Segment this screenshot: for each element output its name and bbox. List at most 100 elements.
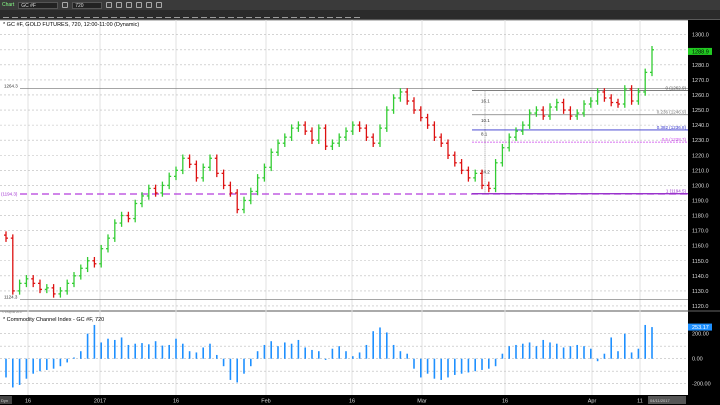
date-tick-label: Feb bbox=[261, 399, 270, 405]
ohlc-bar bbox=[78, 264, 83, 280]
ohlc-bar bbox=[466, 166, 471, 182]
price-tick-label: 1280.0 bbox=[692, 63, 709, 69]
price-tick-label: 1240.0 bbox=[692, 123, 709, 129]
ohlc-bar bbox=[146, 184, 151, 200]
ohlc-bar bbox=[153, 184, 158, 197]
ohlc-bar bbox=[534, 106, 539, 117]
ohlc-bar bbox=[310, 127, 314, 144]
ohlc-bar bbox=[561, 98, 566, 114]
ohlc-bar bbox=[486, 181, 491, 193]
ohlc-bar bbox=[17, 279, 22, 295]
cci-tick-label: -200.00 bbox=[692, 382, 711, 388]
ohlc-bar bbox=[44, 284, 49, 294]
ohlc-bar bbox=[391, 94, 396, 114]
ohlc-bar bbox=[507, 133, 512, 152]
dynamic-label: Dyn bbox=[1, 398, 8, 403]
ohlc-bar bbox=[459, 159, 464, 175]
ohlc-bar bbox=[473, 169, 478, 182]
ohlc-bar bbox=[10, 234, 15, 295]
ohlc-bar bbox=[58, 287, 63, 298]
fib-level-label: 0 (1262.9) bbox=[665, 86, 686, 91]
level-label: 1264.3 bbox=[4, 83, 18, 88]
ohlc-bar bbox=[520, 121, 525, 135]
date-tick-label: 16 bbox=[502, 399, 508, 405]
cci-title: * Commodity Channel Index - GC #F, 720 bbox=[3, 317, 105, 323]
price-tick-label: 1270.0 bbox=[692, 78, 709, 84]
ohlc-bar bbox=[248, 187, 253, 205]
price-tick-label: 1160.0 bbox=[692, 244, 708, 250]
price-tick-label: 1140.0 bbox=[692, 274, 708, 280]
fib-level-label: 0.5 (1228.7) bbox=[662, 137, 687, 142]
date-tick-label: Mar bbox=[417, 399, 427, 405]
ohlc-bar bbox=[452, 151, 457, 167]
price-tick-label: 1170.0 bbox=[692, 229, 708, 235]
ohlc-bar bbox=[527, 109, 532, 129]
ohlc-bar bbox=[364, 124, 369, 141]
ohlc-bar bbox=[85, 256, 90, 273]
price-chart[interactable]: 1264.3 1124.3 (1194.3) 0 (1262.9) 0.236 (124… bbox=[0, 0, 720, 405]
ohlc-bar bbox=[548, 103, 552, 120]
cci-last-label: 253.17 bbox=[692, 325, 709, 331]
ohlc-bar bbox=[282, 133, 287, 147]
level-label: (1194.3) bbox=[1, 191, 18, 196]
ohlc-bar bbox=[323, 124, 328, 150]
ohlc-bar bbox=[174, 166, 178, 181]
ohlc-bar bbox=[180, 154, 185, 175]
ohlc-bar bbox=[541, 106, 546, 120]
ohlc-bar bbox=[276, 139, 280, 157]
ohlc-bar bbox=[643, 68, 648, 96]
ohlc-bar bbox=[242, 196, 246, 214]
date-stamp: 04/11/2017 bbox=[650, 398, 670, 403]
ohlc-bar bbox=[439, 133, 444, 147]
ohlc-bar bbox=[493, 159, 498, 193]
level-label: 1124.3 bbox=[4, 294, 18, 299]
price-tick-label: 1190.0 bbox=[692, 198, 708, 204]
price-tick-label: 1130.0 bbox=[692, 289, 708, 295]
ohlc-bar bbox=[119, 211, 124, 227]
ohlc-bar bbox=[4, 231, 8, 242]
ohlc-bar bbox=[106, 234, 110, 253]
ohlc-bar bbox=[255, 174, 260, 196]
last-price-label: 1288.9 bbox=[692, 49, 709, 55]
ohlc-bar bbox=[72, 272, 76, 288]
price-tick-label: 1260.0 bbox=[692, 93, 709, 99]
ohlc-bar bbox=[446, 139, 450, 160]
ohlc-bar bbox=[650, 46, 654, 77]
date-tick-label: Apr bbox=[588, 399, 597, 405]
cci-tick-label: 200.00 bbox=[692, 332, 709, 338]
ohlc-bar bbox=[350, 121, 355, 135]
date-tick-label: 16 bbox=[25, 399, 31, 405]
date-tick-label: 16 bbox=[349, 399, 355, 405]
ohlc-bar bbox=[201, 163, 206, 182]
ohlc-bar bbox=[412, 97, 416, 114]
ohlc-bar bbox=[357, 121, 362, 132]
price-tick-label: 1300.0 bbox=[692, 33, 709, 39]
ohlc-bar bbox=[330, 139, 335, 150]
price-tick-label: 1230.0 bbox=[692, 138, 709, 144]
fib-level-label: 0.236 (1246.9) bbox=[657, 110, 687, 115]
price-tick-label: 1250.0 bbox=[692, 108, 709, 114]
price-tick-label: 1120.0 bbox=[692, 304, 708, 310]
date-tick-label: 11 bbox=[637, 399, 643, 405]
ohlc-bar bbox=[609, 94, 614, 107]
fib-level-label: 0.382 (1236.8) bbox=[657, 125, 687, 130]
ohlc-bar bbox=[303, 121, 308, 135]
ohlc-bar bbox=[568, 106, 573, 120]
ohlc-bar bbox=[289, 124, 294, 141]
ohlc-bar bbox=[208, 154, 212, 172]
ohlc-bar bbox=[65, 279, 70, 295]
ohlc-bar bbox=[405, 88, 410, 105]
ohlc-bar bbox=[316, 124, 321, 144]
ohlc-bar bbox=[235, 189, 240, 214]
fib-measure-label: 10.1 bbox=[481, 118, 490, 123]
ohlc-bar bbox=[133, 199, 138, 223]
ohlc-bar bbox=[554, 98, 559, 111]
ohlc-bar bbox=[214, 154, 219, 178]
ohlc-bar bbox=[344, 127, 348, 141]
ohlc-bar bbox=[296, 121, 301, 132]
price-tick-label: 1210.0 bbox=[692, 168, 709, 174]
chart-title: * GC #F, GOLD FUTURES, 720, 12:00-11:00 … bbox=[3, 22, 140, 28]
fib-level-label: 1 (1194.5) bbox=[666, 189, 687, 194]
ohlc-bar bbox=[378, 124, 382, 147]
price-tick-label: 1180.0 bbox=[692, 214, 708, 220]
